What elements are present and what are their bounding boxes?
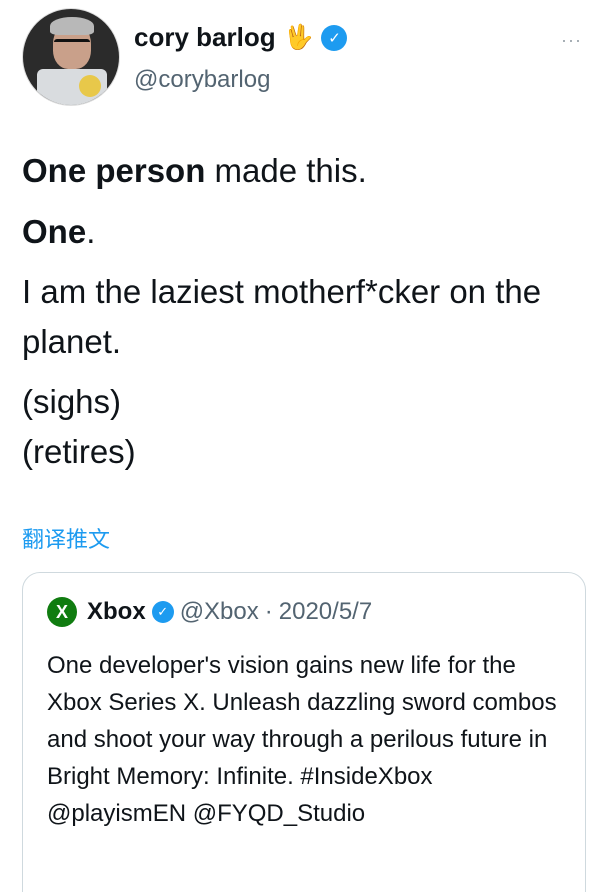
tweet-line-2-rest: . — [86, 213, 96, 250]
tweet-line-2: One. — [22, 207, 582, 257]
tweet-line-1-bold: One person — [22, 152, 206, 189]
more-options-icon[interactable]: ··· — [561, 30, 582, 51]
vulcan-salute-emoji: 🖖 — [283, 23, 314, 51]
avatar-hair — [50, 17, 94, 35]
tweet-line-2-bold: One — [22, 213, 87, 250]
verified-badge-icon: ✓ — [151, 601, 174, 623]
name-row: cory barlog 🖖 ✓ — [134, 22, 348, 53]
user-handle[interactable]: @corybarlog — [134, 66, 270, 94]
avatar-sticker — [79, 75, 101, 97]
separator-dot: · — [264, 598, 273, 625]
quoted-handle: @Xbox — [179, 598, 259, 625]
tweet-line-4: (sighs) — [22, 383, 122, 420]
quoted-display-name: Xbox — [87, 598, 146, 625]
avatar-glasses — [54, 39, 90, 47]
tweet-line-1-rest: made this. — [205, 152, 367, 189]
tweet-text: One person made this. One. I am the lazi… — [22, 146, 582, 477]
verified-badge-icon: ✓ — [321, 24, 348, 51]
quoted-tweet-header: X Xbox ✓ @Xbox · 2020/5/7 — [47, 597, 372, 627]
tweet-header: cory barlog 🖖 ✓ @corybarlog ··· — [22, 8, 582, 116]
translate-tweet-link[interactable]: 翻译推文 — [22, 522, 110, 554]
tweet-line-5: (retires) — [22, 433, 136, 470]
display-name[interactable]: cory barlog — [134, 22, 276, 53]
tweet-line-3: I am the laziest motherf*cker on the pla… — [22, 273, 542, 360]
quoted-date: 2020/5/7 — [278, 598, 373, 625]
quoted-tweet[interactable]: X Xbox ✓ @Xbox · 2020/5/7 One developer'… — [22, 572, 586, 892]
tweet-line-1: One person made this. — [22, 146, 582, 196]
xbox-logo-icon: X — [47, 597, 77, 627]
quoted-tweet-text: One developer's vision gains new life fo… — [47, 652, 557, 827]
avatar[interactable] — [22, 8, 120, 106]
